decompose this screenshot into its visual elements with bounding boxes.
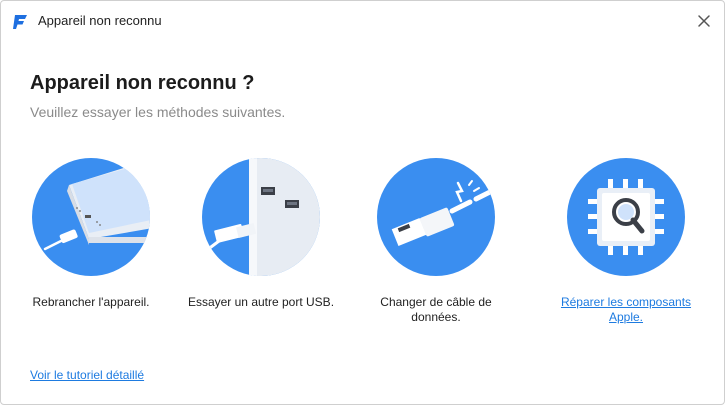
phone-reconnect-icon	[32, 158, 150, 276]
tutorial-link[interactable]: Voir le tutoriel détaillé	[30, 368, 144, 382]
option-repair-components[interactable]: Réparer les composants Apple.	[551, 157, 701, 325]
option-other-port: Essayer un autre port USB.	[186, 157, 336, 310]
option-label-reconnect: Rebrancher l'appareil.	[32, 295, 150, 309]
option-label-change-cable: Changer de câble de données.	[380, 295, 492, 324]
app-logo-icon	[13, 15, 27, 29]
usb-port-icon	[202, 158, 320, 276]
dialog-window: Appareil non reconnu Appareil non reconn…	[0, 0, 725, 405]
usb-cable-icon	[377, 158, 495, 276]
option-change-cable: Changer de câble de données.	[361, 157, 511, 325]
option-label-other-port: Essayer un autre port USB.	[187, 295, 335, 309]
option-reconnect: Rebrancher l'appareil.	[16, 157, 166, 310]
chip-repair-icon[interactable]	[566, 157, 686, 277]
window-title: Appareil non reconnu	[38, 13, 162, 28]
option-label-repair-components[interactable]: Réparer les composants Apple.	[551, 295, 701, 325]
title-bar: Appareil non reconnu	[1, 1, 724, 41]
close-icon[interactable]	[694, 11, 714, 31]
page-title: Appareil non reconnu ?	[30, 72, 255, 94]
page-subtitle: Veuillez essayer les méthodes suivantes.	[30, 104, 286, 120]
